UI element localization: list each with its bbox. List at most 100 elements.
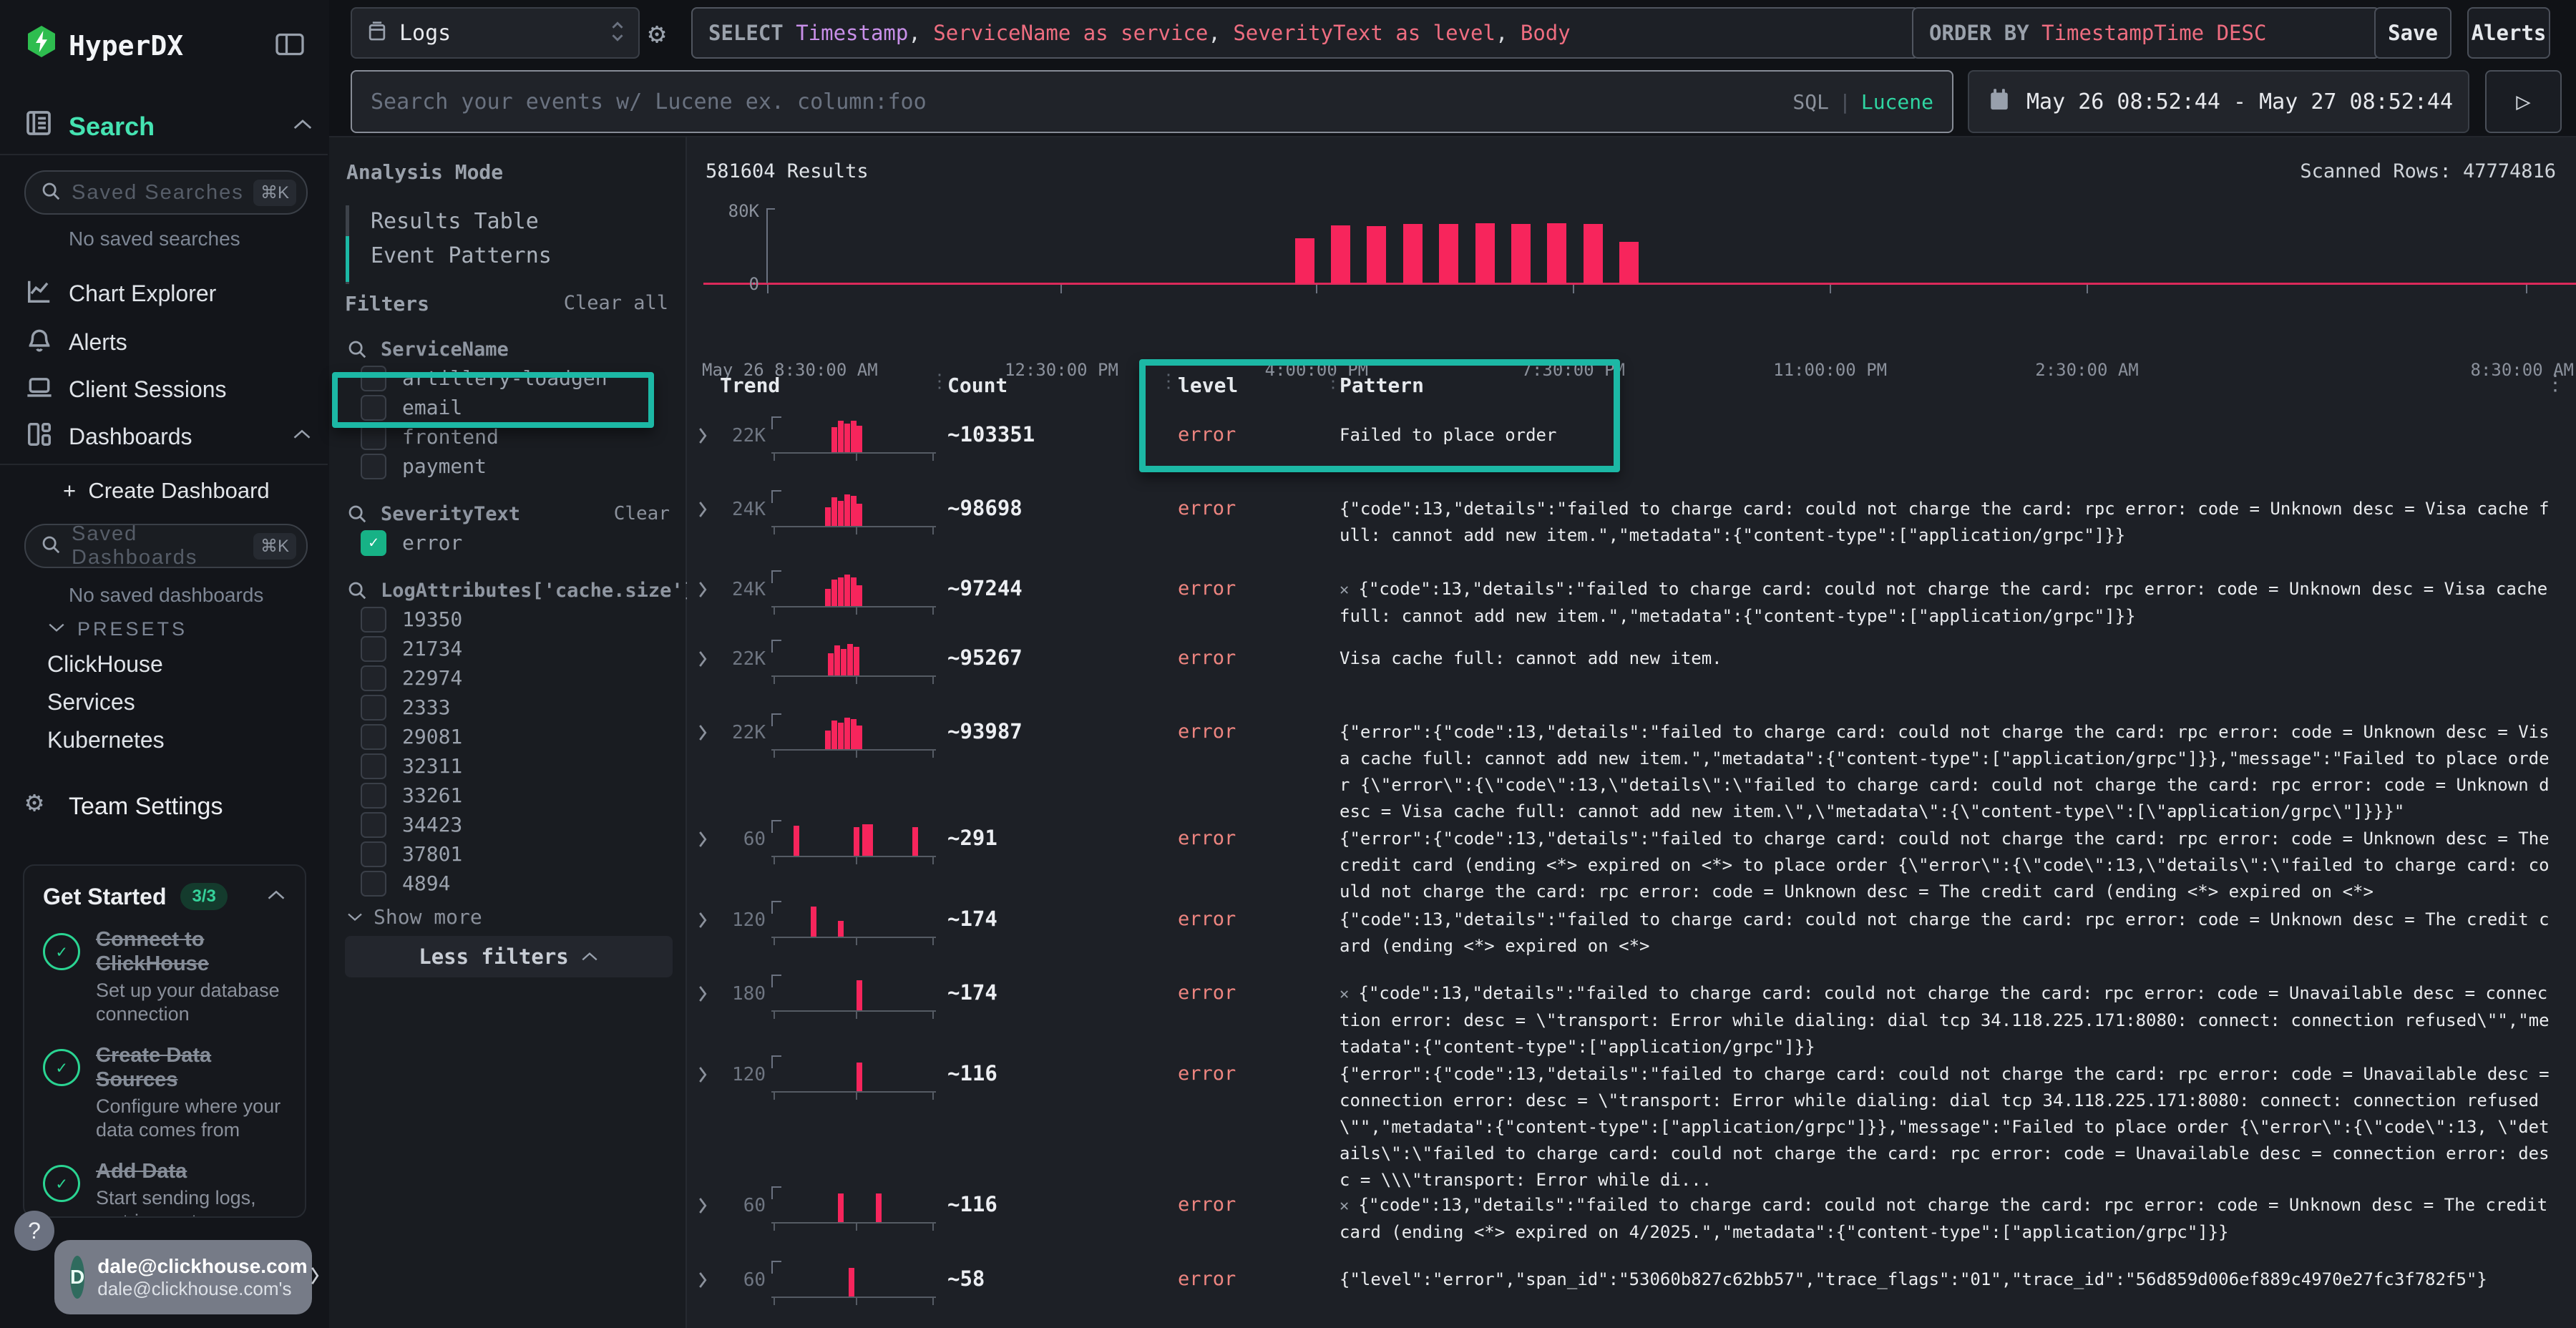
- get-started-step[interactable]: ✓Connect to ClickHouseSet up your databa…: [43, 927, 286, 1026]
- histogram-bar[interactable]: [1403, 224, 1423, 283]
- expand-row-chevron-icon[interactable]: [694, 499, 711, 523]
- filter-option[interactable]: ✓error: [361, 528, 687, 557]
- expand-row-chevron-icon[interactable]: [694, 1269, 711, 1294]
- spark-bar: [847, 644, 853, 675]
- filter-option[interactable]: 37801: [361, 839, 687, 869]
- checkbox[interactable]: [361, 724, 386, 750]
- create-dashboard-button[interactable]: + Create Dashboard: [63, 478, 270, 504]
- expand-row-chevron-icon[interactable]: [694, 909, 711, 934]
- clear-all-button[interactable]: Clear all: [564, 292, 668, 314]
- column-header-trend[interactable]: Trend: [720, 374, 780, 397]
- expand-row-chevron-icon[interactable]: [694, 425, 711, 449]
- histogram-bar[interactable]: [1439, 224, 1458, 283]
- checkbox[interactable]: [361, 607, 386, 633]
- sidebar-preset-services[interactable]: Services: [47, 689, 165, 716]
- collapse-sidebar-icon[interactable]: [275, 31, 305, 60]
- expand-row-chevron-icon[interactable]: [694, 648, 711, 673]
- filter-group-name: LogAttributes['cache.size']: [381, 580, 695, 602]
- filter-option[interactable]: 2333: [361, 693, 687, 722]
- sidebar-item-dashboards[interactable]: Dashboards: [69, 424, 192, 450]
- spark-baseline: [771, 856, 936, 857]
- kebab-menu-icon[interactable]: ⋮: [2545, 371, 2566, 396]
- expand-row-chevron-icon[interactable]: [694, 829, 711, 853]
- query-settings-gear-icon[interactable]: ⚙: [648, 17, 665, 50]
- saved-searches-input[interactable]: Saved Searches ⌘K: [24, 170, 308, 215]
- expand-row-chevron-icon[interactable]: [694, 1195, 711, 1219]
- mode-results-table[interactable]: Results Table: [371, 209, 539, 234]
- get-started-chevron-up-icon[interactable]: [266, 889, 286, 904]
- order-by-input[interactable]: ORDER BY TimestampTime DESC: [1912, 7, 2380, 59]
- step-title: Connect to ClickHouse: [96, 927, 286, 976]
- sidebar-item-chart-explorer[interactable]: Chart Explorer: [69, 280, 216, 307]
- lucene-mode-toggle[interactable]: Lucene: [1861, 90, 1933, 114]
- checkbox[interactable]: [361, 753, 386, 779]
- filter-option[interactable]: 34423: [361, 810, 687, 839]
- histogram-bar[interactable]: [1367, 226, 1386, 283]
- checkbox[interactable]: [361, 812, 386, 838]
- sidebar-preset-clickhouse[interactable]: ClickHouse: [47, 651, 165, 678]
- histogram-bar[interactable]: [1295, 238, 1314, 283]
- checkbox[interactable]: [361, 454, 386, 479]
- user-org: dale@clickhouse.com's: [97, 1278, 307, 1300]
- clear-group-button[interactable]: Clear: [614, 503, 670, 524]
- checkbox[interactable]: [361, 695, 386, 721]
- mode-event-patterns[interactable]: Event Patterns: [371, 243, 552, 268]
- checkbox-checked[interactable]: ✓: [361, 530, 386, 556]
- checkbox[interactable]: [361, 636, 386, 662]
- run-query-button[interactable]: ▷: [2485, 70, 2562, 133]
- histogram-bar[interactable]: [1331, 225, 1350, 283]
- histogram-bar[interactable]: [1619, 242, 1639, 283]
- level-value: error: [1178, 827, 1236, 849]
- save-button[interactable]: Save: [2374, 7, 2451, 59]
- expand-row-chevron-icon[interactable]: [694, 579, 711, 603]
- filter-option[interactable]: 32311: [361, 751, 687, 781]
- alerts-button[interactable]: Alerts: [2467, 7, 2550, 59]
- checkbox[interactable]: [361, 665, 386, 691]
- help-button[interactable]: ?: [14, 1211, 54, 1251]
- get-started-step[interactable]: ✓Create Data SourcesConfigure where your…: [43, 1043, 286, 1142]
- date-range-picker[interactable]: May 26 08:52:44 - May 27 08:52:44: [1968, 70, 2469, 133]
- events-histogram[interactable]: 80K 0 May 26 8:30:00 AM12:30:00 PM4:00:0…: [768, 208, 2527, 283]
- search-section-chevron-up-icon[interactable]: [292, 117, 313, 135]
- spark-axis-corner: [771, 713, 781, 726]
- checkbox[interactable]: [361, 783, 386, 809]
- presets-toggle[interactable]: PRESETS: [47, 618, 187, 640]
- source-selector[interactable]: Logs: [351, 7, 640, 59]
- filter-option[interactable]: 21734: [361, 634, 687, 663]
- filter-option[interactable]: 19350: [361, 605, 687, 634]
- less-filters-button[interactable]: Less filters: [345, 936, 673, 977]
- expand-row-chevron-icon[interactable]: [694, 1064, 711, 1088]
- checkbox[interactable]: [361, 871, 386, 897]
- checkbox[interactable]: [361, 841, 386, 867]
- histogram-bar[interactable]: [1584, 224, 1603, 283]
- filter-option-label: 19350: [402, 607, 462, 631]
- expand-row-chevron-icon[interactable]: [694, 722, 711, 746]
- trend-ymax-label: 120: [713, 909, 766, 931]
- user-menu[interactable]: D dale@clickhouse.com dale@clickhouse.co…: [54, 1240, 312, 1314]
- filter-option[interactable]: 4894: [361, 869, 687, 898]
- filter-option[interactable]: payment: [361, 451, 687, 481]
- lucene-search-input[interactable]: Search your events w/ Lucene ex. column:…: [351, 70, 1953, 133]
- column-header-count[interactable]: Count: [947, 374, 1008, 397]
- sidebar-item-client-sessions[interactable]: Client Sessions: [69, 376, 227, 403]
- sidebar-item-alerts[interactable]: Alerts: [69, 329, 127, 356]
- filter-option[interactable]: 29081: [361, 722, 687, 751]
- pattern-text: Visa cache full: cannot add new item.: [1340, 645, 2555, 672]
- histogram-bar[interactable]: [1511, 224, 1531, 283]
- drag-handle-icon[interactable]: ⋮: [930, 371, 949, 392]
- show-more-button[interactable]: Show more: [346, 905, 687, 929]
- filter-option[interactable]: 22974: [361, 663, 687, 693]
- expand-row-chevron-icon[interactable]: [694, 983, 711, 1007]
- histogram-bar[interactable]: [1475, 223, 1495, 283]
- dashboards-chevron-up-icon[interactable]: [292, 428, 312, 444]
- filter-option[interactable]: 33261: [361, 781, 687, 810]
- trend-sparkline: [774, 418, 936, 452]
- select-query-input[interactable]: SELECT Timestamp, ServiceName as service…: [691, 7, 1919, 59]
- histogram-bar[interactable]: [1547, 223, 1566, 283]
- sidebar-item-search[interactable]: Search: [69, 112, 155, 142]
- sidebar-preset-kubernetes[interactable]: Kubernetes: [47, 727, 165, 753]
- saved-dashboards-input[interactable]: Saved Dashboards ⌘K: [24, 524, 308, 568]
- sql-mode-toggle[interactable]: SQL: [1792, 90, 1829, 114]
- sidebar-item-team-settings[interactable]: Team Settings: [69, 793, 223, 821]
- get-started-step[interactable]: ✓Add DataStart sending logs, metrics, or…: [43, 1159, 286, 1218]
